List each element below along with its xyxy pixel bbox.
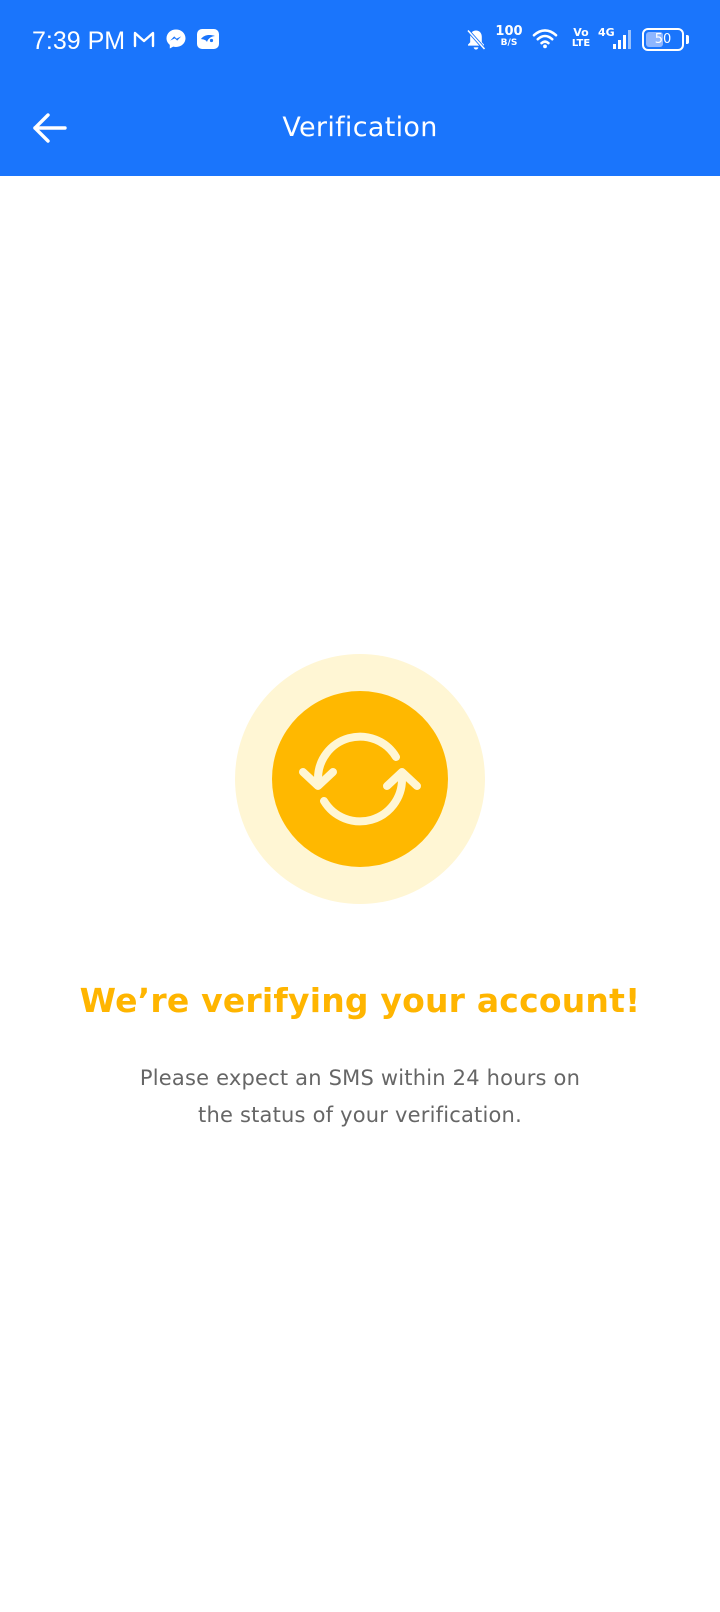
battery-level: 50	[654, 32, 672, 47]
volte-indicator: Vo LTE	[568, 27, 594, 49]
verification-screen: 7:39 PM 100 B/S Vo LTE 4G 50 Verificatio…	[0, 0, 720, 1612]
wifi-icon	[532, 29, 558, 49]
gmail-icon	[133, 31, 155, 48]
page-title: Verification	[282, 112, 438, 143]
status-time: 7:39 PM	[32, 27, 126, 55]
network-speed: 100 B/S	[492, 25, 526, 48]
bell-muted-icon	[466, 29, 486, 51]
network-speed-value: 100	[495, 24, 523, 39]
volte-bottom: LTE	[571, 38, 591, 49]
app-bar: Verification	[0, 82, 720, 176]
verification-headline: We’re verifying your account!	[79, 981, 641, 1020]
verification-illustration	[235, 654, 485, 904]
volte-top: Vo	[573, 26, 589, 39]
network-speed-unit: B/S	[500, 38, 518, 48]
status-bar: 7:39 PM 100 B/S Vo LTE 4G 50	[0, 0, 720, 82]
refresh-icon	[299, 732, 421, 826]
illustration-circle	[272, 691, 448, 867]
battery-icon: 50	[642, 28, 684, 51]
verification-message: Please expect an SMS within 24 hours on …	[80, 1060, 640, 1134]
messenger-icon	[166, 29, 186, 49]
app-notification-icon	[197, 29, 219, 49]
battery-nub	[686, 35, 689, 44]
top-bar: 7:39 PM 100 B/S Vo LTE 4G 50 Verificatio…	[0, 0, 720, 176]
verification-message-line-2: the status of your verification.	[198, 1103, 522, 1127]
verification-message-line-1: Please expect an SMS within 24 hours on	[139, 1066, 581, 1090]
signal-icon	[613, 30, 631, 49]
